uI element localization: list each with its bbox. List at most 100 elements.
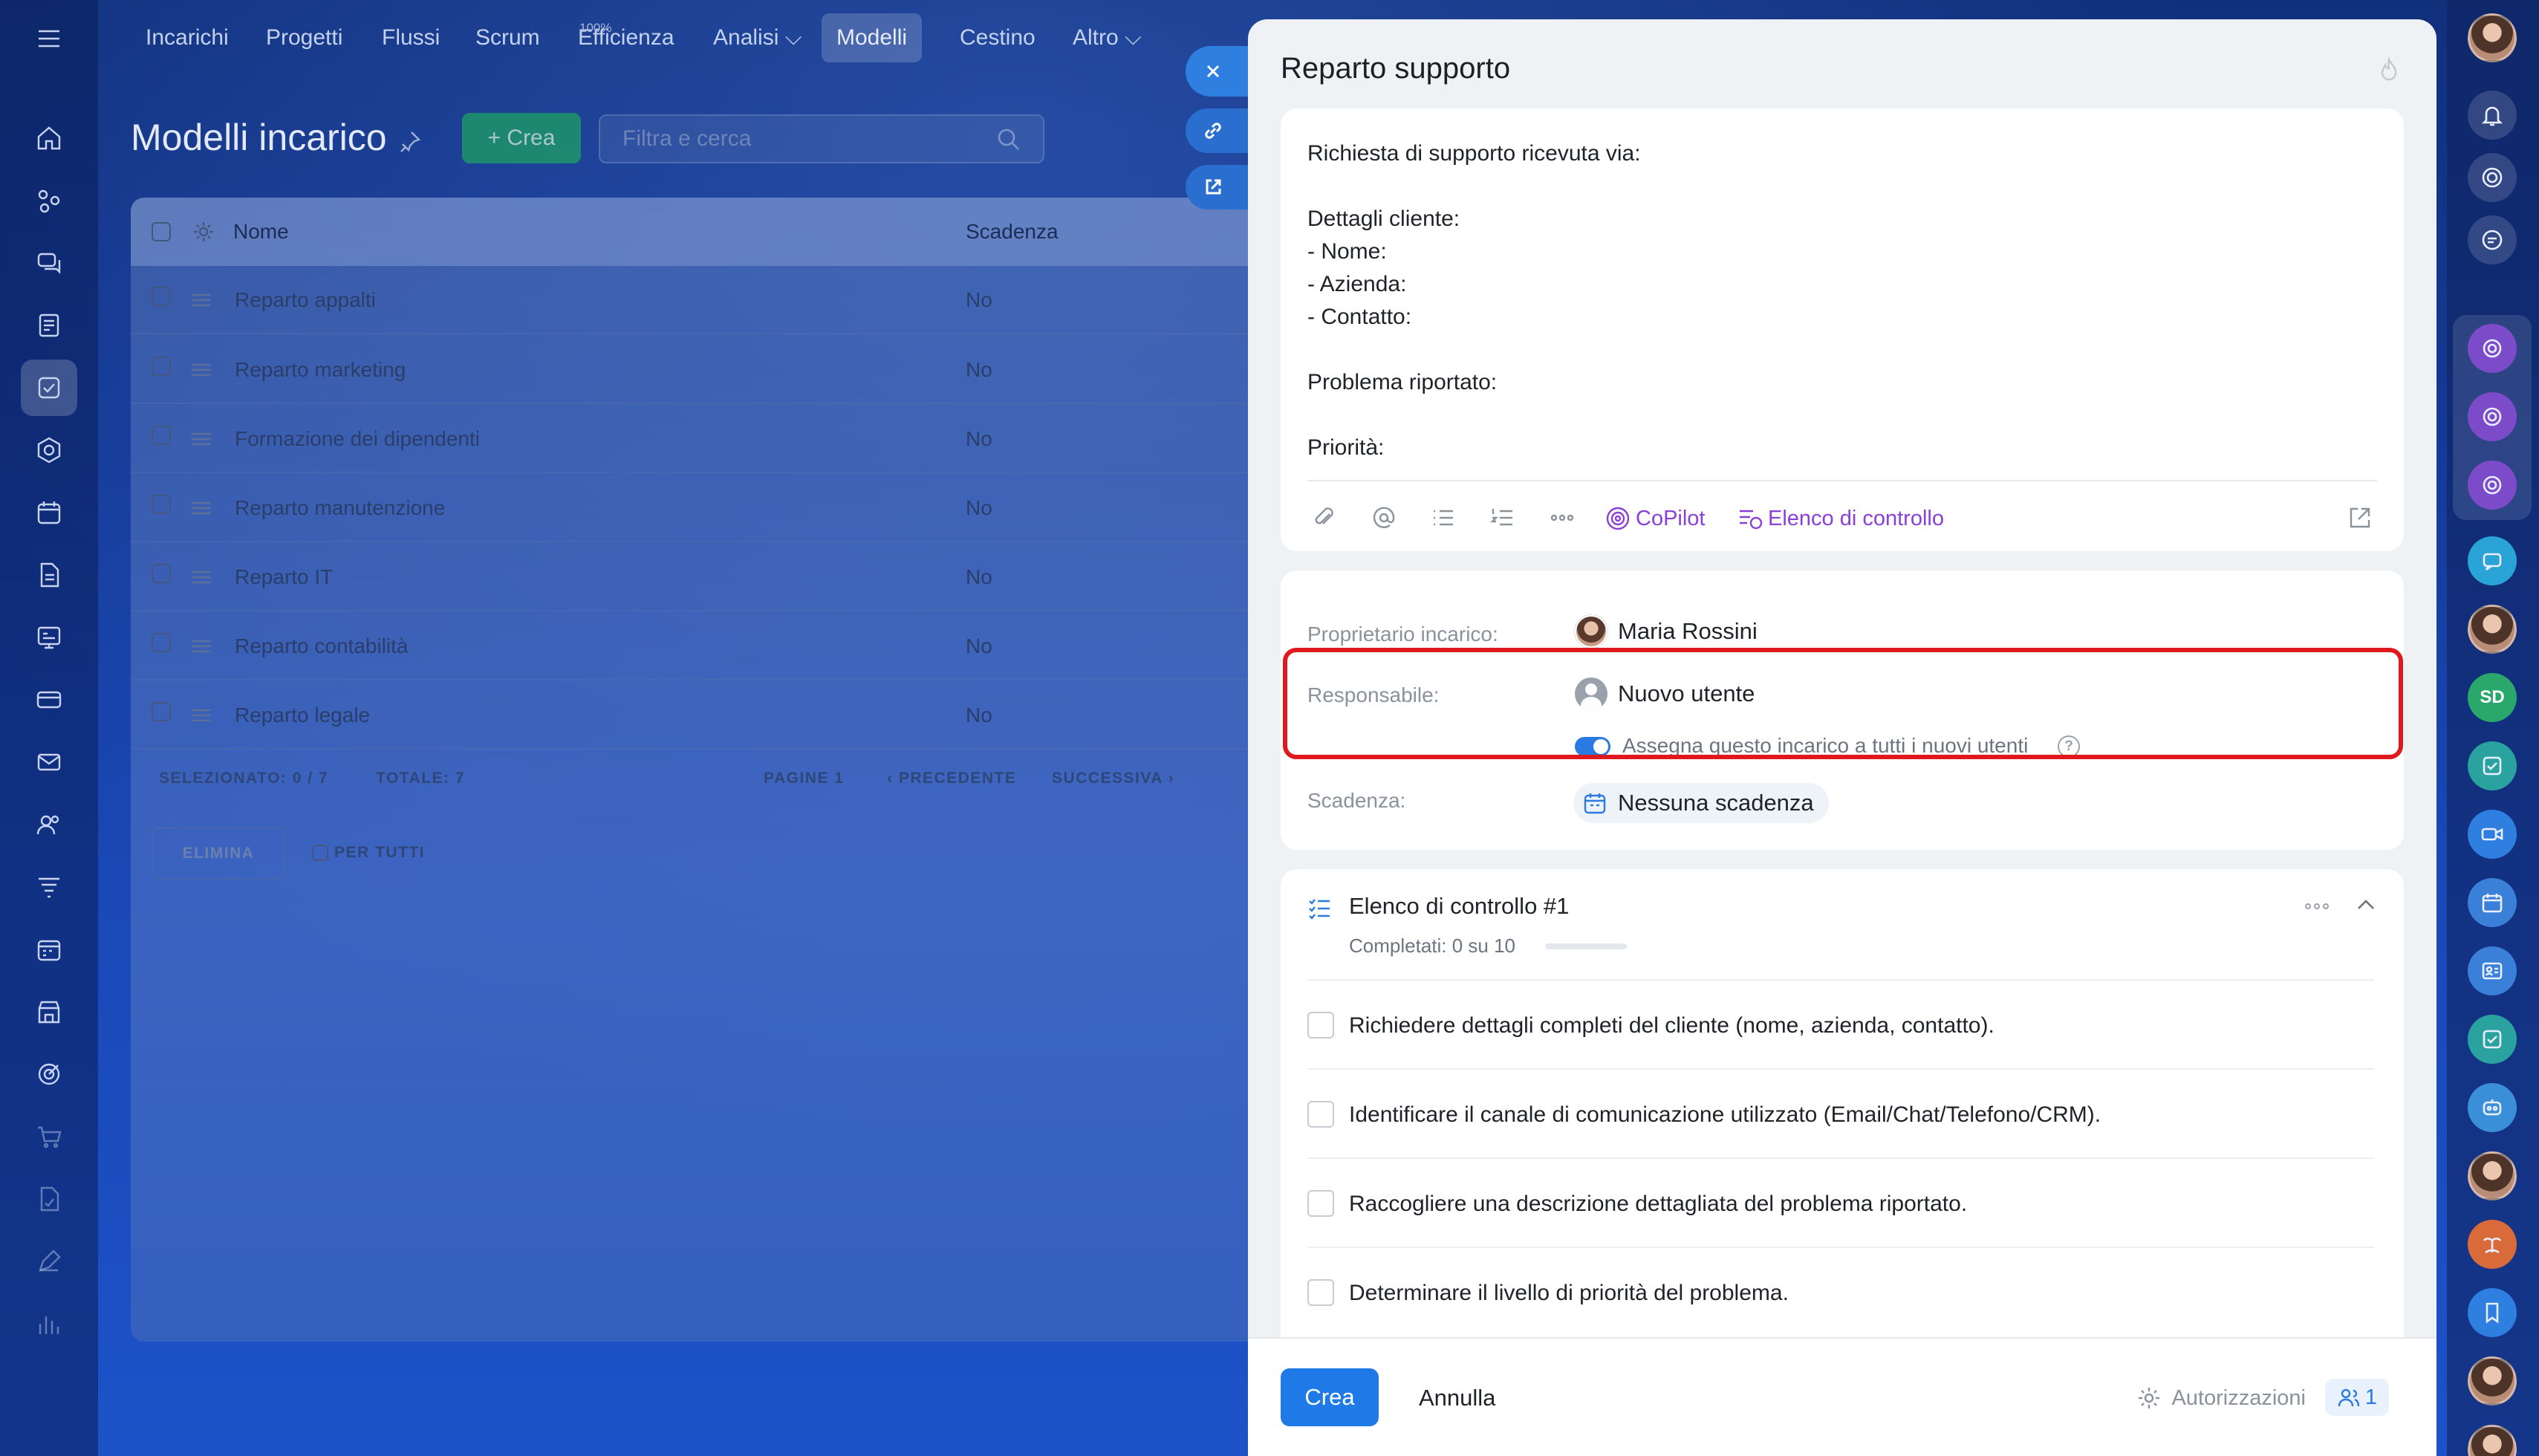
- drag-handle-icon[interactable]: [190, 708, 212, 723]
- mention-icon[interactable]: [1370, 504, 1398, 532]
- row-checkbox[interactable]: [152, 564, 171, 583]
- sd-group-avatar[interactable]: SD: [2468, 673, 2517, 722]
- schedule-icon[interactable]: [21, 921, 77, 978]
- close-slider-button[interactable]: [1186, 46, 1252, 97]
- due-date-chip[interactable]: Nessuna scadenza: [1573, 783, 1829, 823]
- copilot-chat-2-icon[interactable]: [2468, 392, 2517, 441]
- table-row[interactable]: Formazione dei dipendenti No: [131, 405, 1260, 473]
- flame-icon[interactable]: [2376, 56, 2402, 83]
- users-icon[interactable]: [21, 796, 77, 853]
- copilot-chat-3-icon[interactable]: [2468, 461, 2517, 510]
- home-icon[interactable]: [21, 110, 77, 166]
- checklist-item-text[interactable]: Determinare il livello di priorità del p…: [1349, 1281, 1789, 1306]
- column-due[interactable]: Scadenza: [966, 220, 1059, 244]
- nav-flussi[interactable]: Flussi: [367, 13, 455, 62]
- row-name[interactable]: Reparto manutenzione: [235, 496, 445, 520]
- funnel-icon[interactable]: [21, 859, 77, 915]
- create-template-button[interactable]: + Crea: [462, 113, 581, 163]
- open-new-window-button[interactable]: [1186, 165, 1252, 209]
- row-name[interactable]: Reparto marketing: [235, 358, 406, 382]
- checklist-checkbox[interactable]: [1307, 1101, 1334, 1128]
- checklist-item[interactable]: Richiedere dettagli completi del cliente…: [1307, 979, 2374, 1068]
- nav-cestino[interactable]: Cestino: [945, 13, 1050, 62]
- calendar-chat-icon[interactable]: [2468, 878, 2517, 927]
- contact-avatar[interactable]: [2468, 1151, 2517, 1200]
- checklist-item[interactable]: Identificare il canale di comunicazione …: [1307, 1068, 2374, 1157]
- checklist-item-text[interactable]: Identificare il canale di comunicazione …: [1349, 1102, 2101, 1128]
- checklist-item[interactable]: Determinare il livello di priorità del p…: [1307, 1247, 2374, 1336]
- contacts-chat-icon[interactable]: [2468, 946, 2517, 995]
- chart-icon[interactable]: [21, 1296, 77, 1352]
- contact-avatar[interactable]: [2468, 605, 2517, 654]
- row-checkbox[interactable]: [152, 426, 171, 445]
- menu-icon[interactable]: [21, 10, 77, 67]
- checklist-item-text[interactable]: Raccogliere una descrizione dettagliata …: [1349, 1192, 1967, 1217]
- pin-icon[interactable]: [397, 129, 422, 155]
- contact-avatar[interactable]: [2468, 1356, 2517, 1405]
- drag-handle-icon[interactable]: [190, 293, 212, 308]
- numbered-list-icon[interactable]: [1489, 504, 1517, 532]
- board-icon[interactable]: [21, 609, 77, 666]
- nav-incarichi[interactable]: Incarichi: [131, 13, 244, 62]
- row-name[interactable]: Reparto contabilità: [235, 634, 408, 658]
- document-icon[interactable]: [21, 547, 77, 603]
- tasks-chat-icon[interactable]: [2468, 741, 2517, 790]
- checklist-item[interactable]: Raccogliere una descrizione dettagliata …: [1307, 1157, 2374, 1247]
- table-row[interactable]: Reparto IT No: [131, 543, 1260, 611]
- sign-icon[interactable]: [21, 1171, 77, 1227]
- video-call-icon[interactable]: [2468, 810, 2517, 859]
- checklist-chat-icon[interactable]: [2468, 1015, 2517, 1064]
- store-icon[interactable]: [21, 984, 77, 1040]
- for-all-toggle[interactable]: PER TUTTI: [312, 844, 425, 862]
- copilot-icon[interactable]: [2468, 153, 2517, 202]
- more-icon[interactable]: [1548, 504, 1576, 532]
- chat-icon[interactable]: [21, 235, 77, 291]
- card-icon[interactable]: [21, 672, 77, 728]
- nav-modelli[interactable]: Modelli: [822, 13, 923, 62]
- row-name[interactable]: Formazione dei dipendenti: [235, 427, 480, 451]
- table-row[interactable]: Reparto marketing No: [131, 336, 1260, 404]
- create-button[interactable]: Crea: [1281, 1368, 1379, 1426]
- next-page-link[interactable]: SUCCESSIVA ›: [1052, 770, 1174, 787]
- beach-avatar[interactable]: [2468, 1220, 2517, 1269]
- row-checkbox[interactable]: [152, 287, 171, 306]
- description-card[interactable]: Richiesta di supporto ricevuta via: Dett…: [1281, 108, 2404, 551]
- expand-editor-icon[interactable]: [2346, 504, 2374, 532]
- row-name[interactable]: Reparto legale: [235, 703, 370, 727]
- cancel-button[interactable]: Annulla: [1419, 1385, 1495, 1411]
- nav-altro[interactable]: Altro ⌵: [1058, 13, 1157, 62]
- table-row[interactable]: Reparto appalti No: [131, 266, 1260, 334]
- checklist-checkbox[interactable]: [1307, 1279, 1334, 1306]
- search-input[interactable]: Filtra e cerca: [599, 114, 1044, 163]
- row-name[interactable]: Reparto IT: [235, 565, 333, 589]
- mail-icon[interactable]: [21, 734, 77, 790]
- bot-icon[interactable]: [2468, 1083, 2517, 1132]
- row-checkbox[interactable]: [152, 357, 171, 376]
- hexagon-icon[interactable]: [21, 422, 77, 478]
- profile-avatar[interactable]: [2468, 13, 2517, 62]
- feed-icon[interactable]: [21, 297, 77, 354]
- checklist-item-text[interactable]: Richiedere dettagli completi del cliente…: [1349, 1013, 1995, 1039]
- tasks-icon[interactable]: [21, 360, 77, 416]
- row-checkbox[interactable]: [152, 633, 171, 652]
- chat-bubble-icon[interactable]: [2468, 536, 2517, 585]
- column-name[interactable]: Nome: [233, 220, 289, 244]
- bookmark-icon[interactable]: [2468, 1288, 2517, 1337]
- table-row[interactable]: Reparto manutenzione No: [131, 474, 1260, 542]
- copilot-chat-1-icon[interactable]: [2468, 324, 2517, 373]
- copilot-button[interactable]: CoPilot: [1605, 505, 1706, 532]
- drag-handle-icon[interactable]: [190, 363, 212, 377]
- nav-progetti[interactable]: Progetti: [251, 13, 357, 62]
- row-checkbox[interactable]: [152, 495, 171, 514]
- for-all-checkbox[interactable]: [312, 845, 328, 861]
- table-row[interactable]: Reparto contabilità No: [131, 612, 1260, 680]
- chevron-up-icon[interactable]: [2355, 896, 2377, 914]
- delete-button[interactable]: ELIMINA: [152, 828, 285, 880]
- more-icon[interactable]: [2304, 899, 2330, 914]
- copy-link-button[interactable]: [1186, 108, 1252, 153]
- prev-page-link[interactable]: ‹ PRECEDENTE: [887, 770, 1016, 787]
- row-name[interactable]: Reparto appalti: [235, 288, 376, 312]
- cart-icon[interactable]: [21, 1108, 77, 1165]
- attach-icon[interactable]: [1310, 504, 1339, 532]
- owner-field[interactable]: Maria Rossini: [1575, 615, 1758, 648]
